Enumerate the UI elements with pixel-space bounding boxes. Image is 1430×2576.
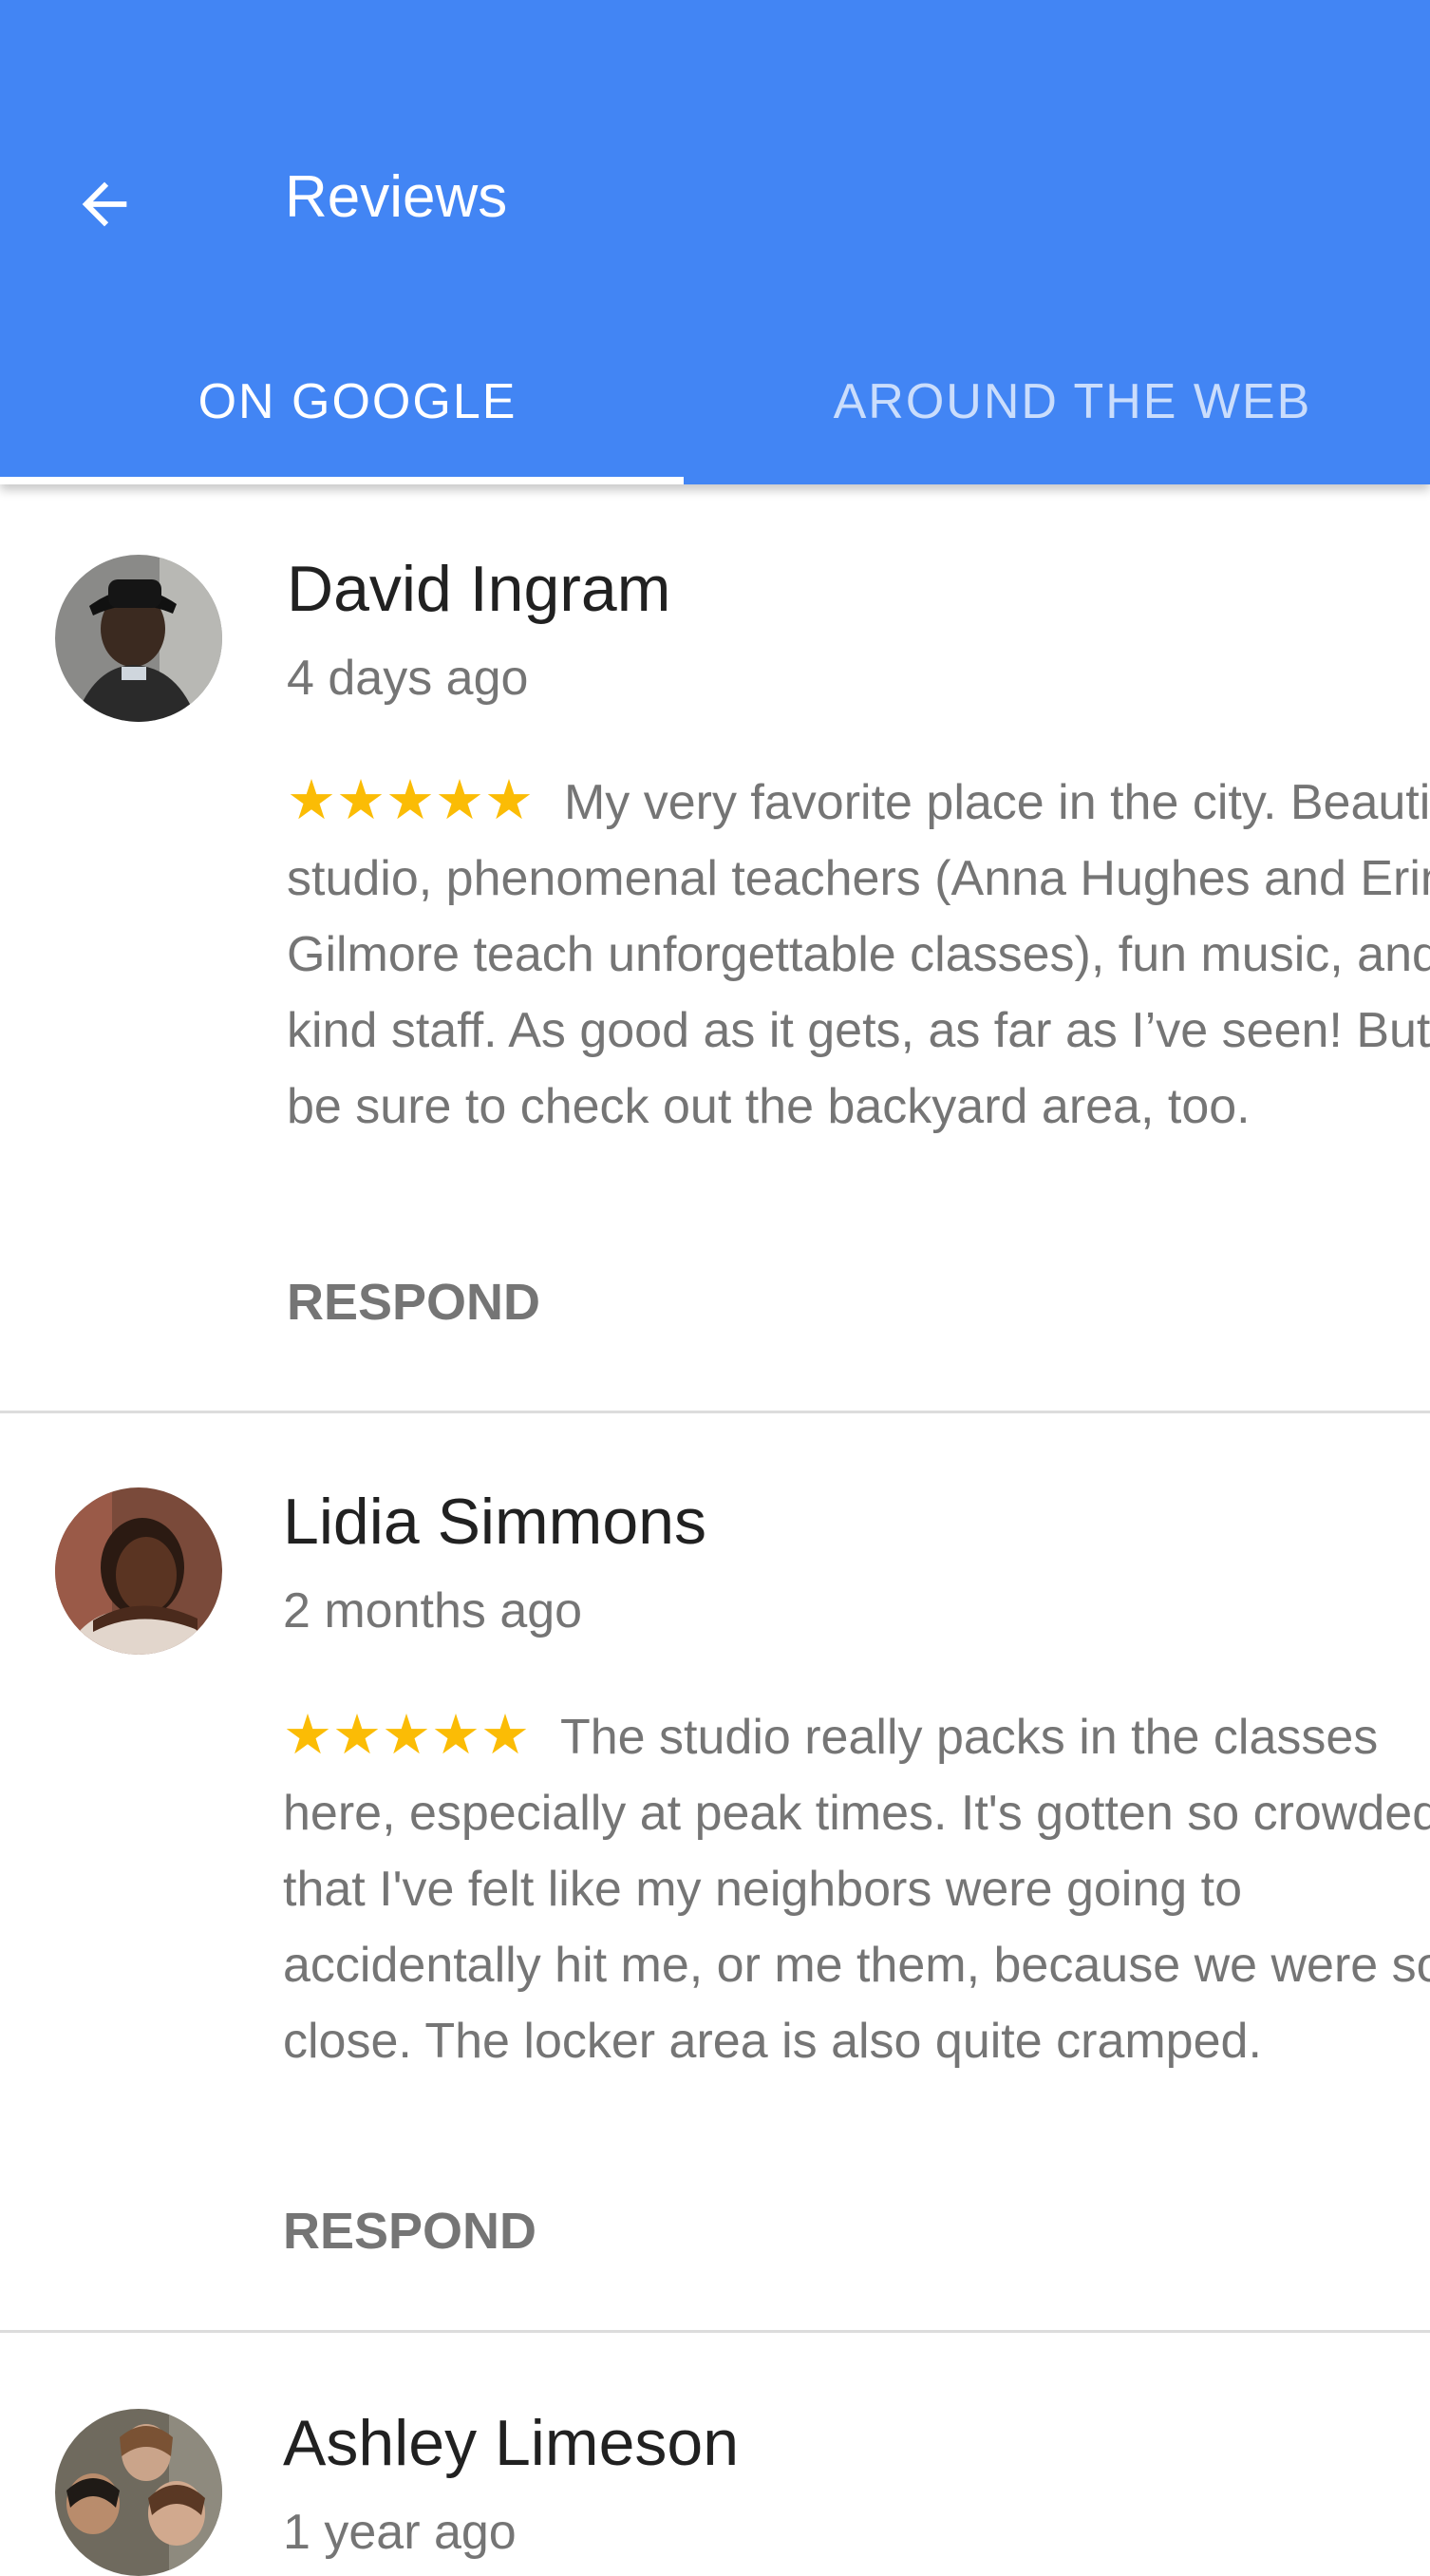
reviewer-name[interactable]: Ashley Limeson: [283, 2403, 739, 2483]
review-text-block: ★★★★★ My very favorite place in the city.…: [287, 763, 1430, 1145]
reviewer-name[interactable]: Lidia Simmons: [283, 1482, 706, 1562]
tab-around-the-web[interactable]: AROUND THE WEB: [715, 318, 1430, 484]
page-title: Reviews: [285, 164, 508, 230]
avatar[interactable]: [55, 2409, 222, 2576]
tab-bar: ON GOOGLE AROUND THE WEB: [0, 318, 1430, 484]
divider: [0, 2330, 1430, 2333]
review-date: 1 year ago: [283, 2505, 517, 2560]
star-rating: ★★★★★: [287, 769, 534, 831]
back-button[interactable]: [57, 157, 152, 252]
active-tab-indicator: [0, 477, 684, 484]
review-date: 4 days ago: [287, 651, 529, 706]
respond-button[interactable]: RESPOND: [287, 1269, 540, 1335]
tab-label: ON GOOGLE: [198, 373, 517, 429]
review-date: 2 months ago: [283, 1583, 583, 1638]
review-text-block: ★★★★★ The studio really packs in the clas…: [283, 1697, 1430, 2079]
star-rating: ★★★★★: [283, 1704, 530, 1766]
respond-button[interactable]: RESPOND: [283, 2198, 536, 2264]
avatar[interactable]: [55, 1487, 222, 1655]
tab-label: AROUND THE WEB: [833, 373, 1312, 429]
avatar[interactable]: [55, 555, 222, 722]
divider: [0, 1411, 1430, 1413]
reviewer-name[interactable]: David Ingram: [287, 549, 670, 629]
app-bar: Reviews ON GOOGLE AROUND THE WEB: [0, 0, 1430, 484]
arrow-back-icon: [82, 181, 127, 227]
tab-on-google[interactable]: ON GOOGLE: [0, 318, 715, 484]
